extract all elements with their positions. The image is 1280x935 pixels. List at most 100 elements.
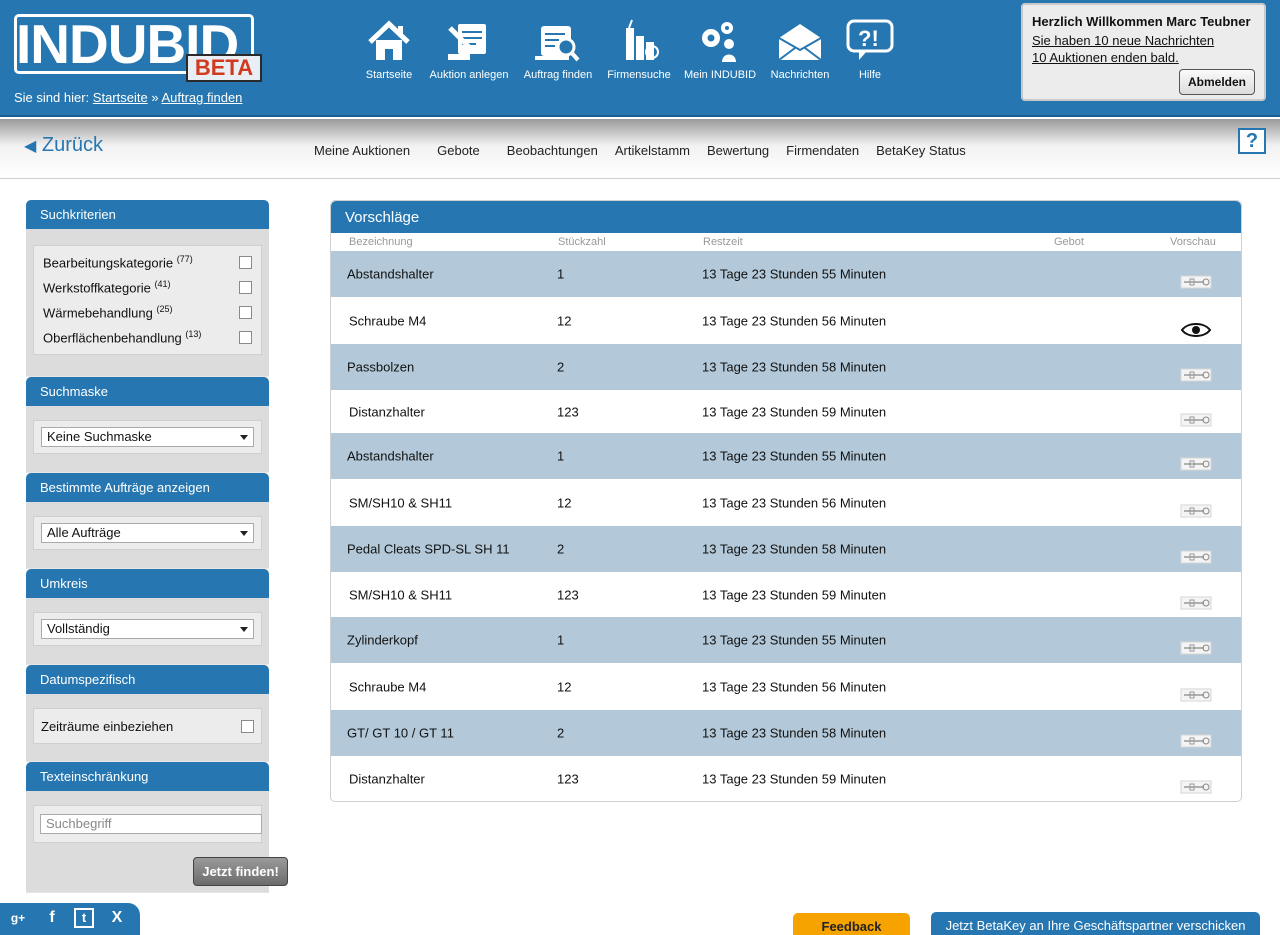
col-header-qty: Stückzahl <box>558 236 606 248</box>
tab-firmendaten[interactable]: Firmendaten <box>786 143 859 158</box>
table-row[interactable]: Pedal Cleats SPD-SL SH 11 2 13 Tage 23 Stu… <box>331 526 1241 572</box>
xing-icon[interactable]: X <box>107 908 127 928</box>
criteria-item: Wärmebehandlung (25) <box>43 300 252 325</box>
cell-time: 13 Tage 23 Stunden 55 Minuten <box>702 632 887 648</box>
eye-icon[interactable] <box>1180 321 1212 337</box>
cell-name: Distanzhalter <box>349 404 425 419</box>
cell-time: 13 Tage 23 Stunden 58 Minuten <box>702 359 887 375</box>
cell-name: SM/SH10 & SH11 <box>349 587 453 602</box>
cell-name: GT/ GT 10 / GT 11 <box>347 725 454 741</box>
section-title-text: Texteinschränkung <box>26 762 269 791</box>
cell-qty: 1 <box>557 632 565 648</box>
part-thumbnail-icon[interactable] <box>1180 367 1212 383</box>
orders-filter-select[interactable]: Alle Aufträge <box>41 523 254 543</box>
table-row[interactable]: Zylinderkopf 1 13 Tage 23 Stunden 55 Minut… <box>331 617 1241 663</box>
settings-user-icon <box>702 22 736 62</box>
feedback-button[interactable]: Feedback <box>793 913 910 935</box>
cell-time: 13 Tage 23 Stunden 56 Minuten <box>702 495 887 510</box>
table-row[interactable]: Abstandshalter 1 13 Tage 23 Stunden 55 Min… <box>331 433 1241 479</box>
table-row[interactable]: Schraube M4 12 13 Tage 23 Stunden 56 Minut… <box>331 297 1241 344</box>
cell-qty: 12 <box>557 313 572 328</box>
nav-firmensuche[interactable]: Firmensuche <box>600 18 678 81</box>
table-row[interactable]: SM/SH10 & SH11 12 13 Tage 23 Stunden 56 Mi… <box>331 479 1241 526</box>
search-order-icon <box>535 26 580 62</box>
criteria-item: Oberflächenbehandlung (13) <box>43 325 252 350</box>
cell-qty: 12 <box>557 679 572 694</box>
nav-startseite[interactable]: Startseite <box>356 18 422 81</box>
tab-betakey-status[interactable]: BetaKey Status <box>876 143 966 158</box>
cell-time: 13 Tage 23 Stunden 55 Minuten <box>702 266 887 282</box>
google-plus-icon[interactable]: g+ <box>8 908 28 928</box>
back-arrow-icon: ◀ <box>24 138 37 155</box>
part-thumbnail-icon[interactable] <box>1180 687 1212 703</box>
part-thumbnail-icon[interactable] <box>1180 412 1212 428</box>
search-sidebar: Suchkriterien Bearbeitungskategorie (77)… <box>26 200 288 893</box>
suggestions-table: Vorschläge Bezeichnung Stückzahl Restzei… <box>330 200 1242 802</box>
nav-hilfe[interactable]: ?! Hilfe <box>838 18 902 81</box>
part-thumbnail-icon[interactable] <box>1180 503 1212 519</box>
send-betakey-button[interactable]: Jetzt BetaKey an Ihre Geschäftspartner v… <box>931 912 1260 935</box>
ending-auctions-link[interactable]: 10 Auktionen enden bald. <box>1032 50 1255 65</box>
date-range-label: Zeiträume einbeziehen <box>41 718 174 734</box>
nav-nachrichten[interactable]: Nachrichten <box>762 18 838 81</box>
twitter-icon[interactable]: t <box>74 908 94 928</box>
cell-name: Schraube M4 <box>349 313 427 328</box>
table-row[interactable]: SM/SH10 & SH11 123 13 Tage 23 Stunden 59 M… <box>331 572 1241 617</box>
checkbox-oberflaechenbehandlung[interactable] <box>239 331 252 344</box>
table-row[interactable]: Abstandshalter 1 13 Tage 23 Stunden 55 Min… <box>331 251 1241 297</box>
cell-name: Abstandshalter <box>347 448 434 464</box>
checkbox-waermebehandlung[interactable] <box>239 306 252 319</box>
home-icon <box>368 20 410 60</box>
cell-qty: 123 <box>557 587 579 602</box>
facebook-icon[interactable]: f <box>42 908 62 928</box>
welcome-title: Herzlich Willkommen Marc Teubner <box>1032 14 1251 29</box>
cell-qty: 2 <box>557 541 565 557</box>
table-row[interactable]: Schraube M4 12 13 Tage 23 Stunden 56 Minut… <box>331 663 1241 710</box>
breadcrumb-current-link[interactable]: Auftrag finden <box>161 90 242 105</box>
nav-auftrag-finden[interactable]: Auftrag finden <box>516 18 600 81</box>
cell-name: SM/SH10 & SH11 <box>349 495 453 510</box>
logout-button[interactable]: Abmelden <box>1178 69 1255 95</box>
checkbox-werkstoffkategorie[interactable] <box>239 281 252 294</box>
help-icon[interactable]: ? <box>1238 128 1266 154</box>
cell-qty: 1 <box>557 266 565 282</box>
cell-name: Zylinderkopf <box>347 632 418 648</box>
back-link[interactable]: ◀ Zurück <box>24 134 103 157</box>
tab-gebote[interactable]: Gebote <box>437 143 480 158</box>
nav-auktion-anlegen[interactable]: Auktion anlegen <box>422 18 516 81</box>
nav-mein-indubid[interactable]: Mein INDUBID <box>678 18 762 81</box>
cell-qty: 12 <box>557 495 572 510</box>
tab-beobachtungen[interactable]: Beobachtungen <box>507 143 598 158</box>
part-thumbnail-icon[interactable] <box>1180 274 1212 290</box>
part-thumbnail-icon[interactable] <box>1180 549 1212 565</box>
part-thumbnail-icon[interactable] <box>1180 640 1212 656</box>
subnav-tabs: Meine Auktionen Gebote Beobachtungen Art… <box>314 143 983 158</box>
breadcrumb-home-link[interactable]: Startseite <box>93 90 148 105</box>
envelope-icon <box>778 24 822 61</box>
indubid-logo[interactable]: INDUBID BETA <box>14 14 262 82</box>
table-row[interactable]: Distanzhalter 123 13 Tage 23 Stunden 59 Mi… <box>331 756 1241 802</box>
search-term-input[interactable]: Suchbegriff <box>40 814 262 834</box>
col-header-time: Restzeit <box>703 236 743 248</box>
cell-time: 13 Tage 23 Stunden 58 Minuten <box>702 541 887 557</box>
checkbox-bearbeitungskategorie[interactable] <box>239 256 252 269</box>
table-header: Bezeichnung Stückzahl Restzeit Gebot Vor… <box>331 233 1241 251</box>
svg-text:?!: ?! <box>858 26 879 51</box>
table-row[interactable]: GT/ GT 10 / GT 11 2 13 Tage 23 Stunden 58 … <box>331 710 1241 756</box>
table-row[interactable]: Distanzhalter 123 13 Tage 23 Stunden 59 Mi… <box>331 390 1241 433</box>
find-now-button[interactable]: Jetzt finden! <box>193 857 288 886</box>
part-thumbnail-icon[interactable] <box>1180 733 1212 749</box>
search-mask-select[interactable]: Keine Suchmaske <box>41 427 254 447</box>
part-thumbnail-icon[interactable] <box>1180 779 1212 795</box>
table-row[interactable]: Passbolzen 2 13 Tage 23 Stunden 58 Minuten <box>331 344 1241 390</box>
checkbox-zeitraeume[interactable] <box>241 719 254 733</box>
tab-artikelstamm[interactable]: Artikelstamm <box>615 143 690 158</box>
tab-bewertung[interactable]: Bewertung <box>707 143 769 158</box>
help-bubble-icon: ?! <box>846 19 894 60</box>
radius-select[interactable]: Vollständig <box>41 619 254 639</box>
part-thumbnail-icon[interactable] <box>1180 456 1212 472</box>
cell-time: 13 Tage 23 Stunden 55 Minuten <box>702 448 887 464</box>
part-thumbnail-icon[interactable] <box>1180 595 1212 611</box>
new-messages-link[interactable]: Sie haben 10 neue Nachrichten <box>1032 33 1255 48</box>
tab-meine-auktionen[interactable]: Meine Auktionen <box>314 143 410 158</box>
